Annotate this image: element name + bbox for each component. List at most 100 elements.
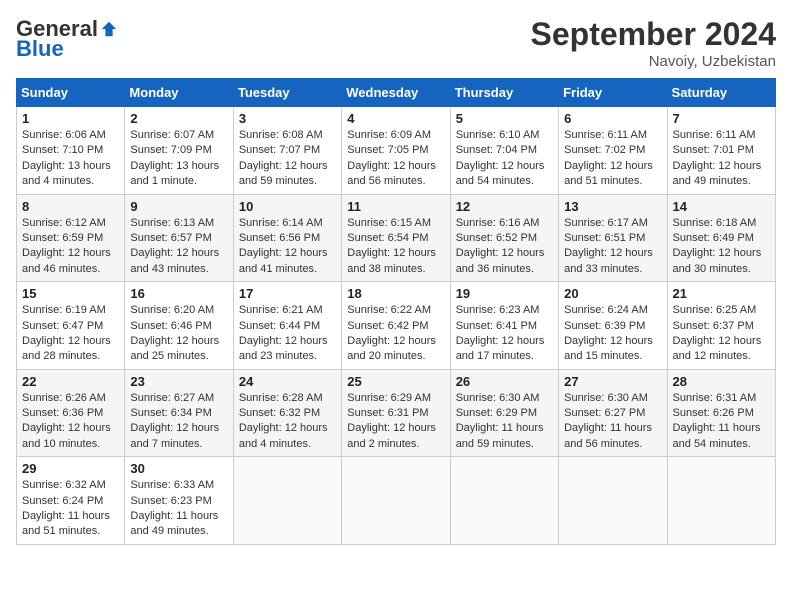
daylight-label: Daylight: 12 hours and 12 minutes. <box>673 335 762 362</box>
day-info: Sunrise: 6:14 AM Sunset: 6:56 PM Dayligh… <box>239 216 336 278</box>
day-number: 16 <box>130 286 227 301</box>
sunset-label: Sunset: 6:46 PM <box>130 320 211 332</box>
day-number: 20 <box>564 286 661 301</box>
calendar-cell: 1 Sunrise: 6:06 AM Sunset: 7:10 PM Dayli… <box>17 107 125 195</box>
daylight-label: Daylight: 12 hours and 30 minutes. <box>673 247 762 274</box>
sunset-label: Sunset: 6:39 PM <box>564 320 645 332</box>
day-info: Sunrise: 6:27 AM Sunset: 6:34 PM Dayligh… <box>130 391 227 453</box>
sunset-label: Sunset: 6:41 PM <box>456 320 537 332</box>
day-info: Sunrise: 6:28 AM Sunset: 6:32 PM Dayligh… <box>239 391 336 453</box>
sunrise-label: Sunrise: 6:24 AM <box>564 304 648 316</box>
day-info: Sunrise: 6:10 AM Sunset: 7:04 PM Dayligh… <box>456 128 553 190</box>
sunset-label: Sunset: 6:51 PM <box>564 232 645 244</box>
location: Navoiy, Uzbekistan <box>531 53 776 70</box>
sunset-label: Sunset: 6:37 PM <box>673 320 754 332</box>
calendar-cell: 21 Sunrise: 6:25 AM Sunset: 6:37 PM Dayl… <box>667 282 775 370</box>
calendar-cell: 11 Sunrise: 6:15 AM Sunset: 6:54 PM Dayl… <box>342 194 450 282</box>
daylight-label: Daylight: 12 hours and 36 minutes. <box>456 247 545 274</box>
calendar-cell: 3 Sunrise: 6:08 AM Sunset: 7:07 PM Dayli… <box>233 107 341 195</box>
sunrise-label: Sunrise: 6:16 AM <box>456 217 540 229</box>
daylight-label: Daylight: 12 hours and 15 minutes. <box>564 335 653 362</box>
day-number: 12 <box>456 199 553 214</box>
calendar-cell: 27 Sunrise: 6:30 AM Sunset: 6:27 PM Dayl… <box>559 369 667 457</box>
calendar-cell: 4 Sunrise: 6:09 AM Sunset: 7:05 PM Dayli… <box>342 107 450 195</box>
day-info: Sunrise: 6:22 AM Sunset: 6:42 PM Dayligh… <box>347 303 444 365</box>
sunrise-label: Sunrise: 6:27 AM <box>130 392 214 404</box>
calendar-cell: 20 Sunrise: 6:24 AM Sunset: 6:39 PM Dayl… <box>559 282 667 370</box>
day-number: 4 <box>347 111 444 126</box>
sunset-label: Sunset: 7:10 PM <box>22 144 103 156</box>
calendar-cell <box>559 457 667 545</box>
calendar-cell: 7 Sunrise: 6:11 AM Sunset: 7:01 PM Dayli… <box>667 107 775 195</box>
sunset-label: Sunset: 6:31 PM <box>347 407 428 419</box>
daylight-label: Daylight: 12 hours and 28 minutes. <box>22 335 111 362</box>
sunrise-label: Sunrise: 6:31 AM <box>673 392 757 404</box>
sunset-label: Sunset: 6:24 PM <box>22 495 103 507</box>
sunset-label: Sunset: 6:54 PM <box>347 232 428 244</box>
sunset-label: Sunset: 6:29 PM <box>456 407 537 419</box>
day-info: Sunrise: 6:32 AM Sunset: 6:24 PM Dayligh… <box>22 478 119 540</box>
day-info: Sunrise: 6:23 AM Sunset: 6:41 PM Dayligh… <box>456 303 553 365</box>
page-header: General Blue September 2024 Navoiy, Uzbe… <box>16 16 776 70</box>
calendar-cell: 14 Sunrise: 6:18 AM Sunset: 6:49 PM Dayl… <box>667 194 775 282</box>
daylight-label: Daylight: 11 hours and 56 minutes. <box>564 422 652 449</box>
day-info: Sunrise: 6:19 AM Sunset: 6:47 PM Dayligh… <box>22 303 119 365</box>
daylight-label: Daylight: 12 hours and 46 minutes. <box>22 247 111 274</box>
calendar-cell: 15 Sunrise: 6:19 AM Sunset: 6:47 PM Dayl… <box>17 282 125 370</box>
daylight-label: Daylight: 12 hours and 43 minutes. <box>130 247 219 274</box>
calendar-cell: 13 Sunrise: 6:17 AM Sunset: 6:51 PM Dayl… <box>559 194 667 282</box>
daylight-label: Daylight: 12 hours and 20 minutes. <box>347 335 436 362</box>
sunset-label: Sunset: 7:07 PM <box>239 144 320 156</box>
day-number: 22 <box>22 374 119 389</box>
daylight-label: Daylight: 12 hours and 51 minutes. <box>564 160 653 187</box>
sunrise-label: Sunrise: 6:07 AM <box>130 129 214 141</box>
sunset-label: Sunset: 6:47 PM <box>22 320 103 332</box>
daylight-label: Daylight: 11 hours and 49 minutes. <box>130 510 218 537</box>
calendar-cell: 30 Sunrise: 6:33 AM Sunset: 6:23 PM Dayl… <box>125 457 233 545</box>
day-number: 18 <box>347 286 444 301</box>
day-number: 27 <box>564 374 661 389</box>
daylight-label: Daylight: 11 hours and 51 minutes. <box>22 510 110 537</box>
calendar-week-row: 8 Sunrise: 6:12 AM Sunset: 6:59 PM Dayli… <box>17 194 776 282</box>
calendar-cell: 8 Sunrise: 6:12 AM Sunset: 6:59 PM Dayli… <box>17 194 125 282</box>
calendar-day-header: Thursday <box>450 79 558 107</box>
daylight-label: Daylight: 11 hours and 54 minutes. <box>673 422 761 449</box>
sunrise-label: Sunrise: 6:08 AM <box>239 129 323 141</box>
day-number: 13 <box>564 199 661 214</box>
day-info: Sunrise: 6:31 AM Sunset: 6:26 PM Dayligh… <box>673 391 770 453</box>
daylight-label: Daylight: 12 hours and 33 minutes. <box>564 247 653 274</box>
calendar-cell: 2 Sunrise: 6:07 AM Sunset: 7:09 PM Dayli… <box>125 107 233 195</box>
month-title: September 2024 <box>531 16 776 53</box>
day-number: 29 <box>22 461 119 476</box>
calendar-cell: 23 Sunrise: 6:27 AM Sunset: 6:34 PM Dayl… <box>125 369 233 457</box>
sunset-label: Sunset: 7:05 PM <box>347 144 428 156</box>
daylight-label: Daylight: 11 hours and 59 minutes. <box>456 422 544 449</box>
day-info: Sunrise: 6:12 AM Sunset: 6:59 PM Dayligh… <box>22 216 119 278</box>
sunrise-label: Sunrise: 6:06 AM <box>22 129 106 141</box>
sunrise-label: Sunrise: 6:15 AM <box>347 217 431 229</box>
day-number: 1 <box>22 111 119 126</box>
daylight-label: Daylight: 12 hours and 2 minutes. <box>347 422 436 449</box>
sunset-label: Sunset: 6:34 PM <box>130 407 211 419</box>
day-number: 24 <box>239 374 336 389</box>
daylight-label: Daylight: 13 hours and 4 minutes. <box>22 160 111 187</box>
calendar-day-header: Saturday <box>667 79 775 107</box>
calendar-cell <box>342 457 450 545</box>
calendar-cell: 5 Sunrise: 6:10 AM Sunset: 7:04 PM Dayli… <box>450 107 558 195</box>
day-number: 19 <box>456 286 553 301</box>
day-info: Sunrise: 6:29 AM Sunset: 6:31 PM Dayligh… <box>347 391 444 453</box>
day-number: 9 <box>130 199 227 214</box>
calendar-week-row: 1 Sunrise: 6:06 AM Sunset: 7:10 PM Dayli… <box>17 107 776 195</box>
sunset-label: Sunset: 6:36 PM <box>22 407 103 419</box>
calendar-day-header: Monday <box>125 79 233 107</box>
day-info: Sunrise: 6:07 AM Sunset: 7:09 PM Dayligh… <box>130 128 227 190</box>
sunrise-label: Sunrise: 6:29 AM <box>347 392 431 404</box>
daylight-label: Daylight: 12 hours and 41 minutes. <box>239 247 328 274</box>
calendar-cell <box>450 457 558 545</box>
sunrise-label: Sunrise: 6:12 AM <box>22 217 106 229</box>
calendar-cell: 24 Sunrise: 6:28 AM Sunset: 6:32 PM Dayl… <box>233 369 341 457</box>
calendar-week-row: 15 Sunrise: 6:19 AM Sunset: 6:47 PM Dayl… <box>17 282 776 370</box>
calendar-cell <box>667 457 775 545</box>
sunset-label: Sunset: 6:44 PM <box>239 320 320 332</box>
day-info: Sunrise: 6:06 AM Sunset: 7:10 PM Dayligh… <box>22 128 119 190</box>
